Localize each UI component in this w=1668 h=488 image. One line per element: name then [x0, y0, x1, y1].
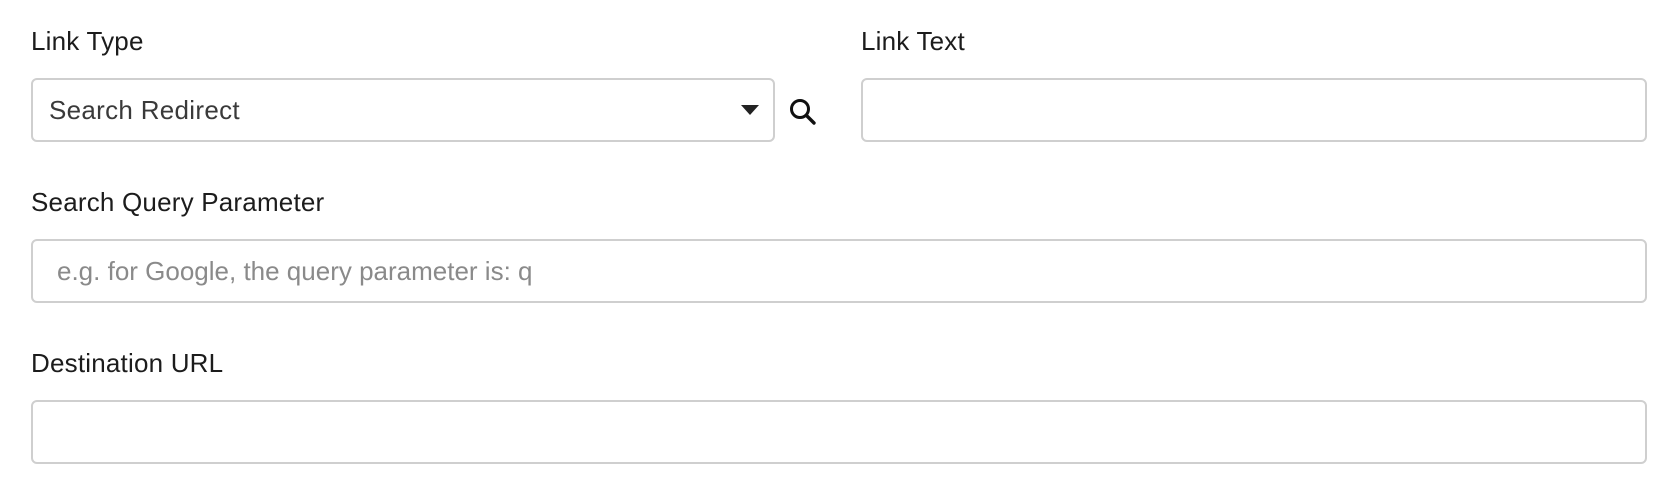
link-type-selected-value: Search Redirect — [49, 94, 240, 125]
search-icon — [790, 99, 816, 125]
link-type-label: Link Type — [31, 26, 144, 56]
link-text-label: Link Text — [861, 26, 965, 56]
link-text-field — [861, 78, 1647, 142]
link-text-input[interactable] — [863, 80, 1645, 140]
link-type-select[interactable]: Search Redirect — [31, 78, 775, 142]
chevron-down-icon — [741, 105, 759, 115]
destination-url-label: Destination URL — [31, 348, 224, 378]
destination-url-input[interactable] — [33, 402, 1645, 462]
search-button[interactable] — [785, 94, 821, 130]
destination-url-field — [31, 400, 1647, 464]
search-query-parameter-label: Search Query Parameter — [31, 187, 325, 217]
search-query-parameter-field — [31, 239, 1647, 303]
search-query-parameter-input[interactable] — [33, 241, 1645, 301]
